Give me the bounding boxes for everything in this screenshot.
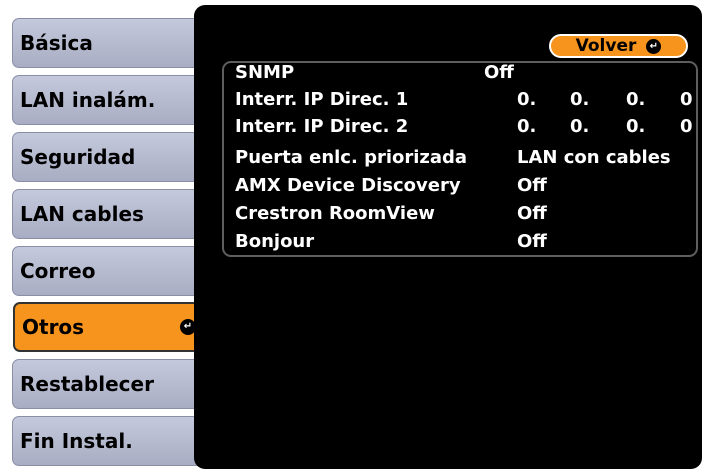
ip-octet: 0.: [570, 89, 590, 110]
back-button[interactable]: Volver ↵: [549, 34, 688, 58]
ip-octet: 0: [680, 89, 693, 110]
setting-label: SNMP: [235, 62, 295, 83]
setting-value: Off: [517, 203, 547, 224]
setting-label: Interr. IP Direc. 1: [235, 89, 409, 110]
setting-label: Crestron RoomView: [235, 203, 435, 224]
setting-value: Off: [517, 231, 547, 252]
menu-item-label: Correo: [20, 259, 96, 283]
setting-label: Interr. IP Direc. 2: [235, 116, 409, 137]
ip-octet: 0.: [517, 89, 537, 110]
menu-item-fin-instal[interactable]: Fin Instal.: [12, 416, 204, 466]
menu-item-label: Fin Instal.: [20, 429, 133, 453]
setting-row-ip-1[interactable]: Interr. IP Direc. 1 0. 0. 0. 0: [0, 86, 709, 113]
menu-item-label: Básica: [20, 31, 93, 55]
ip-octet: 0.: [570, 116, 590, 137]
setting-value: Off: [517, 175, 547, 196]
ip-octet: 0.: [517, 116, 537, 137]
setting-row-snmp[interactable]: SNMP Off: [0, 59, 709, 86]
ip-octet: 0.: [626, 89, 646, 110]
ip-octet: 0.: [626, 116, 646, 137]
menu-item-label: Otros: [22, 315, 85, 339]
setting-label: Bonjour: [235, 231, 315, 252]
back-button-label: Volver: [575, 36, 637, 56]
menu-item-otros[interactable]: Otros ↵: [13, 302, 207, 352]
setting-value: LAN con cables: [517, 147, 671, 168]
setting-row-ip-2[interactable]: Interr. IP Direc. 2 0. 0. 0. 0: [0, 113, 709, 140]
setting-value: Off: [484, 62, 514, 83]
setting-label: AMX Device Discovery: [235, 175, 461, 196]
ip-octet: 0: [680, 116, 693, 137]
menu-item-restablecer[interactable]: Restablecer: [12, 359, 204, 409]
setting-label: Puerta enlc. priorizada: [235, 147, 468, 168]
menu-item-label: Restablecer: [20, 372, 154, 396]
setting-row-crestron[interactable]: Crestron RoomView Off: [0, 200, 709, 227]
setting-row-gateway[interactable]: Puerta enlc. priorizada LAN con cables: [0, 144, 709, 171]
setting-row-amx[interactable]: AMX Device Discovery Off: [0, 172, 709, 199]
setting-row-bonjour[interactable]: Bonjour Off: [0, 228, 709, 255]
enter-return-icon: ↵: [646, 38, 662, 54]
